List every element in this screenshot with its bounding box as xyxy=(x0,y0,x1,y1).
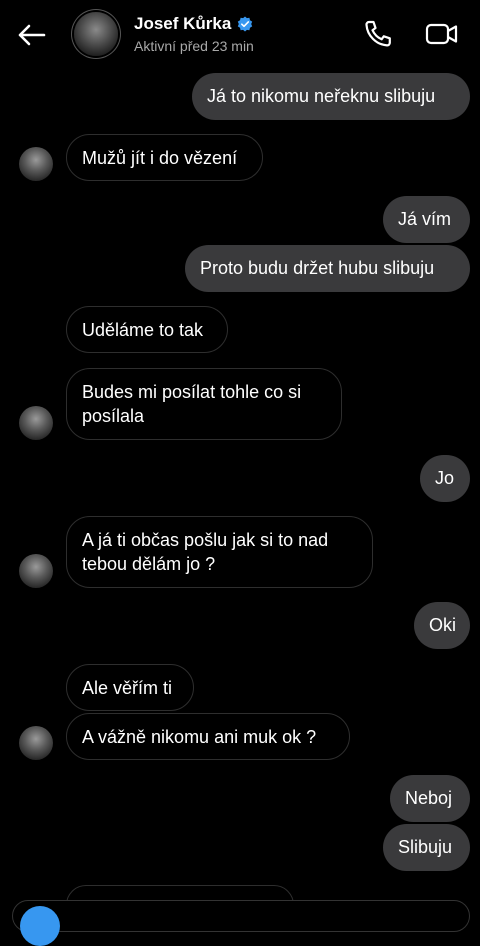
message-outgoing[interactable]: Slibuju xyxy=(383,824,470,871)
message-text: Oki xyxy=(429,615,456,635)
message-outgoing[interactable]: Oki xyxy=(414,602,470,649)
contact-name: Josef Kůrka xyxy=(134,14,232,33)
message-incoming[interactable]: A já ti občas pošlu jak si to nad tebou … xyxy=(66,516,373,588)
sender-avatar[interactable] xyxy=(19,554,53,588)
message-outgoing[interactable]: Neboj xyxy=(390,775,470,822)
message-text: Já to nikomu neřeknu slibuju xyxy=(207,86,436,106)
message-outgoing[interactable]: Jo xyxy=(420,455,470,502)
video-call-icon[interactable] xyxy=(424,18,460,50)
message-incoming[interactable]: Uděláme to tak xyxy=(66,306,228,353)
camera-button-icon[interactable] xyxy=(20,906,60,946)
message-text: A vážně nikomu ani muk ok ? xyxy=(82,727,317,747)
contact-name-row[interactable]: Josef Kůrka xyxy=(134,14,253,34)
avatar[interactable] xyxy=(74,12,118,56)
message-text-line: Budes mi posílat tohle co si xyxy=(82,382,302,402)
message-text: Mužů jít i do vězení xyxy=(82,148,238,168)
message-text: Proto budu držet hubu slibuju xyxy=(200,258,435,278)
message-text-line: posílala xyxy=(82,406,145,426)
phone-call-icon[interactable] xyxy=(362,18,394,50)
message-composer[interactable] xyxy=(12,900,470,932)
message-outgoing[interactable]: Já vím xyxy=(383,196,470,243)
chat-header: Josef Kůrka Aktivní před 23 min xyxy=(0,0,480,68)
message-incoming[interactable]: Ale věřím ti xyxy=(66,664,194,711)
message-text-line: A já ti občas pošlu jak si to nad xyxy=(82,530,329,550)
verified-badge-icon xyxy=(238,16,253,32)
message-text: Uděláme to tak xyxy=(82,320,204,340)
message-incoming[interactable]: Budes mi posílat tohle co si posílala xyxy=(66,368,342,440)
message-text: Slibuju xyxy=(398,837,453,857)
activity-status: Aktivní před 23 min xyxy=(134,38,254,54)
message-outgoing[interactable]: Proto budu držet hubu slibuju xyxy=(185,245,470,292)
message-incoming[interactable]: A vážně nikomu ani muk ok ? xyxy=(66,713,350,760)
sender-avatar[interactable] xyxy=(19,147,53,181)
message-text: Neboj xyxy=(405,788,453,808)
message-text: Ale věřím ti xyxy=(82,678,173,698)
sender-avatar[interactable] xyxy=(19,406,53,440)
message-text: Já vím xyxy=(398,209,452,229)
message-outgoing[interactable]: Já to nikomu neřeknu slibuju xyxy=(192,73,470,120)
message-text-line: tebou dělám jo ? xyxy=(82,554,216,574)
back-arrow-icon[interactable] xyxy=(14,18,48,52)
sender-avatar[interactable] xyxy=(19,726,53,760)
message-text: Jo xyxy=(435,468,455,488)
message-incoming[interactable]: Mužů jít i do vězení xyxy=(66,134,263,181)
